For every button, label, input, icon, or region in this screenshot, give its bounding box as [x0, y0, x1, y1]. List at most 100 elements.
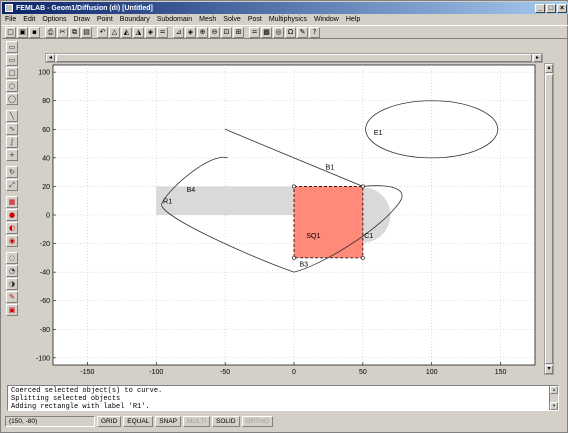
coordinate-readout: (150, -80) — [5, 415, 95, 427]
x-tick-label: 0 — [292, 369, 296, 376]
status-toggle-equal[interactable]: EQUAL — [123, 415, 154, 427]
log-line: Coerced selected object(s) to curve. — [11, 387, 163, 395]
object-label-b3: B3 — [300, 261, 309, 268]
subdomain-mode-icon[interactable]: ◈ — [145, 26, 156, 38]
zoom-in-icon[interactable]: ⊕ — [197, 26, 208, 38]
maximize-button[interactable]: □ — [546, 3, 556, 13]
status-toggle-multi[interactable]: MULTI — [183, 415, 211, 427]
menu-solve[interactable]: Solve — [223, 16, 241, 23]
new-icon[interactable]: ▢ — [5, 26, 16, 38]
boundary-mode-icon[interactable]: ◮ — [133, 26, 144, 38]
menu-point[interactable]: Point — [97, 16, 113, 23]
menu-subdomain[interactable]: Subdomain — [157, 16, 192, 23]
split-icon[interactable]: ◑ — [6, 278, 18, 290]
save-icon[interactable]: ▪ — [29, 26, 40, 38]
menu-window[interactable]: Window — [314, 16, 339, 23]
line-icon[interactable]: ╲ — [6, 110, 18, 122]
y-tick-label: -40 — [40, 270, 50, 277]
square-icon[interactable]: □ — [6, 67, 18, 79]
menu-file[interactable]: File — [5, 16, 16, 23]
main-toolbar: ▢ ▣ ▪ ⎙ ✂ ⧉ ▤ ↶ △ ◭ ◮ ◈ = ⊿ ◈ ⊕ ⊖ ⊡ ⊞ = ▩ ◎ Ω ✎? — [2, 25, 568, 39]
open-icon[interactable]: ▣ — [17, 26, 28, 38]
cut-icon[interactable]: ✂ — [57, 26, 68, 38]
copy-icon[interactable]: ⧉ — [69, 26, 80, 38]
array-icon[interactable]: ▣ — [6, 304, 18, 316]
y-tick-label: 20 — [42, 184, 50, 191]
intersection-icon[interactable]: ● — [6, 209, 18, 221]
x-tick-label: 150 — [495, 369, 507, 376]
status-toggle-solid[interactable]: SOLID — [212, 415, 240, 427]
app-icon — [5, 4, 13, 12]
ellipse-icon[interactable]: ○ — [6, 80, 18, 92]
x-tick-label: 50 — [359, 369, 367, 376]
solve-icon[interactable]: = — [249, 26, 260, 38]
object-label-b1: B1 — [326, 164, 335, 171]
delete-icon[interactable]: ✎ — [6, 291, 18, 303]
refine-mesh-icon[interactable]: ◈ — [185, 26, 196, 38]
draw-mode-icon[interactable]: △ — [109, 26, 120, 38]
menu-boundary[interactable]: Boundary — [120, 16, 150, 23]
coerce-solid-icon[interactable]: ◌ — [6, 252, 18, 264]
bezier-icon[interactable]: ∫ — [6, 136, 18, 148]
y-tick-label: -80 — [40, 327, 50, 334]
rectangle-centered-icon[interactable]: ▭ — [6, 54, 18, 66]
plot-params-icon[interactable]: ✎ — [297, 26, 308, 38]
y-tick-label: 80 — [42, 98, 50, 105]
zoom-out-icon[interactable]: ⊖ — [209, 26, 220, 38]
menu-mesh[interactable]: Mesh — [199, 16, 216, 23]
menu-options[interactable]: Options — [42, 16, 66, 23]
compose-icon[interactable]: ◉ — [6, 235, 18, 247]
circle-icon[interactable]: ◯ — [6, 93, 18, 105]
object-label-sq1: SQ1 — [306, 233, 320, 240]
log-scrollbar[interactable]: ▴ ▾ — [549, 386, 558, 410]
status-toggle-grid[interactable]: GRID — [97, 415, 122, 427]
coerce-curve-icon[interactable]: ◔ — [6, 265, 18, 277]
log-line: Adding rectangle with label 'R1'. — [11, 403, 150, 411]
object-label-c1: C1 — [364, 233, 373, 240]
minimize-button[interactable]: _ — [535, 3, 545, 13]
status-toggle-ortho[interactable]: ORTHO — [241, 415, 273, 427]
vertex-point — [360, 184, 365, 189]
y-tick-label: -100 — [36, 355, 50, 362]
x-tick-label: -50 — [220, 369, 230, 376]
menu-bar: File Edit Options Draw Point Boundary Su… — [2, 14, 568, 25]
status-toggle-snap[interactable]: SNAP — [155, 415, 181, 427]
point-icon[interactable]: + — [6, 149, 18, 161]
omega-icon[interactable]: Ω — [285, 26, 296, 38]
curve-icon[interactable]: ∿ — [6, 123, 18, 135]
rotate-icon[interactable]: ↻ — [6, 166, 18, 178]
menu-edit[interactable]: Edit — [23, 16, 35, 23]
point-mode-icon[interactable]: ◭ — [121, 26, 132, 38]
zoom-window-icon[interactable]: ⊡ — [221, 26, 232, 38]
title-bar[interactable]: FEMLAB - Geom1/Diffusion (di) [Untitled]… — [2, 2, 568, 14]
union-icon[interactable]: ▦ — [6, 196, 18, 208]
x-tick-label: -100 — [149, 369, 163, 376]
geometry-canvas[interactable]: -150 -100 -50 0 50 100 150 100 80 60 40 20 0 -20 -40 -6… — [23, 51, 547, 379]
y-tick-label: 40 — [42, 155, 50, 162]
paste-icon[interactable]: ▤ — [81, 26, 92, 38]
status-bar: (150, -80) GRID EQUAL SNAP MULTI SOLID ORTHO — [5, 415, 565, 427]
print-icon[interactable]: ⎙ — [45, 26, 56, 38]
undo-icon[interactable]: ↶ — [97, 26, 108, 38]
menu-help[interactable]: Help — [346, 16, 360, 23]
object-label-e1: E1 — [374, 130, 383, 137]
menu-post[interactable]: Post — [248, 16, 262, 23]
menu-multiphysics[interactable]: Multiphysics — [269, 16, 307, 23]
scroll-down-icon[interactable]: ▾ — [550, 402, 558, 410]
draw-toolbar: ▭ ▭ □ ○ ◯ ╲ ∿ ∫ + ↻ ⤢ ▦ ● ◐ ◉ ◌ ◔ ◑ ✎ ▣ — [5, 41, 19, 381]
animate-icon[interactable]: ◎ — [273, 26, 284, 38]
scale-icon[interactable]: ⤢ — [6, 179, 18, 191]
close-button[interactable]: × — [557, 3, 567, 13]
window-title: FEMLAB - Geom1/Diffusion (di) [Untitled] — [16, 4, 153, 12]
rectangle-icon[interactable]: ▭ — [6, 41, 18, 53]
menu-draw[interactable]: Draw — [73, 16, 89, 23]
mesh-icon[interactable]: ⊿ — [173, 26, 184, 38]
plot-icon[interactable]: ▩ — [261, 26, 272, 38]
log-line: Splitting selected objects — [11, 395, 121, 403]
zoom-extents-icon[interactable]: ⊞ — [233, 26, 244, 38]
y-tick-label: 60 — [42, 127, 50, 134]
scroll-up-icon[interactable]: ▴ — [550, 386, 558, 394]
equal-icon[interactable]: = — [157, 26, 168, 38]
help-icon[interactable]: ? — [309, 26, 320, 38]
difference-icon[interactable]: ◐ — [6, 222, 18, 234]
